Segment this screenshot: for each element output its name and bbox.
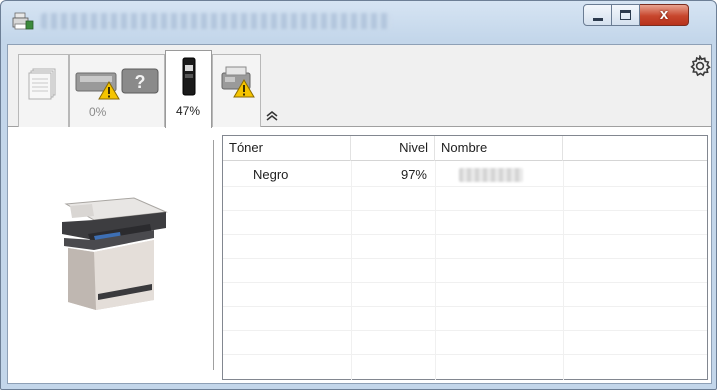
window-bottom-edge: [7, 384, 712, 388]
device-image-pane: [8, 128, 213, 383]
table-header: Tóner Nivel Nombre: [223, 136, 707, 161]
gear-icon[interactable]: [689, 55, 711, 77]
minimize-button[interactable]: [583, 4, 612, 26]
row-separator: [223, 234, 707, 235]
column-header-empty: [563, 136, 707, 161]
row-separator: [223, 258, 707, 259]
row-separator: [223, 186, 707, 187]
status-monitor-window: x ? 0% 47% Tóner Nivel Nombre Negro 97%: [0, 0, 717, 390]
tab-toner[interactable]: 47%: [165, 50, 212, 128]
tab-device-warning[interactable]: ? 0%: [69, 54, 165, 127]
minimize-icon: [593, 18, 603, 21]
warning-triangle-icon: [233, 79, 255, 98]
row-separator: [223, 210, 707, 211]
tab-paper-status[interactable]: [18, 54, 69, 127]
tab-scanner-warning[interactable]: [212, 54, 261, 127]
maximize-icon: [620, 10, 631, 20]
row-separator: [223, 330, 707, 331]
tab-toner-label: 47%: [176, 104, 201, 118]
column-header-nombre[interactable]: Nombre: [435, 136, 563, 161]
column-header-toner[interactable]: Tóner: [223, 136, 351, 161]
pane-divider[interactable]: [213, 140, 214, 370]
row-separator: [223, 282, 707, 283]
window-title-obscured: [41, 13, 391, 29]
column-separator: [563, 161, 564, 380]
cell-nombre-obscured: [459, 168, 523, 182]
svg-text:?: ?: [135, 72, 146, 92]
column-separator: [435, 161, 436, 380]
tab-device-label: 0%: [89, 105, 107, 119]
column-separator: [351, 161, 352, 380]
toner-cartridge-icon: [182, 57, 196, 96]
close-icon: x: [659, 6, 669, 23]
cell-toner: Negro: [253, 167, 289, 182]
maximize-button[interactable]: [612, 4, 640, 26]
cell-nivel: 97%: [400, 167, 427, 182]
column-header-nivel[interactable]: Nivel: [351, 136, 435, 161]
status-toolbar: ? 0% 47%: [8, 45, 711, 128]
client-area: ? 0% 47% Tóner Nivel Nombre Negro 97%: [7, 44, 712, 384]
warning-triangle-icon: [98, 81, 120, 100]
chevron-up-double-icon[interactable]: [265, 111, 279, 121]
close-button[interactable]: x: [640, 4, 689, 26]
row-separator: [223, 306, 707, 307]
toner-table: Tóner Nivel Nombre Negro 97%: [222, 135, 708, 380]
paper-stack-icon: [28, 68, 56, 100]
title-bar[interactable]: x: [1, 1, 716, 37]
row-separator: [223, 354, 707, 355]
printer-app-icon: [12, 12, 34, 30]
mfp-printer-image: [62, 197, 168, 310]
